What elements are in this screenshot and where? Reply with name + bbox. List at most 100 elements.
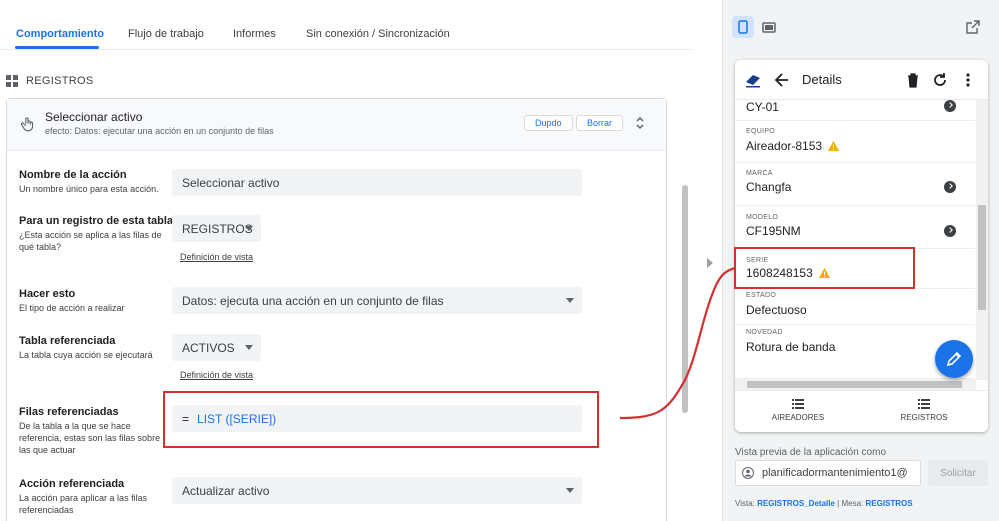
edit-fab-button[interactable] (935, 340, 973, 378)
field-value-modelo: CF195NM (746, 224, 801, 238)
footer-view-label: Vista: (735, 499, 755, 508)
tab-sin-conexion[interactable]: Sin conexión / Sincronización (306, 28, 450, 40)
ref-action-label: Acción referenciada (19, 478, 125, 490)
view-definition-link[interactable]: Definición de vista (180, 252, 253, 262)
edit-pencil-icon (946, 351, 962, 367)
footer-view-link[interactable]: REGISTROS_Detalle (757, 499, 835, 508)
ref-table-label: Tabla referenciada (19, 335, 116, 347)
action-card-header[interactable]: Seleccionar activo efecto: Datos: ejecut… (7, 99, 666, 151)
list-icon (792, 399, 804, 409)
preview-vertical-scrollbar[interactable] (976, 100, 988, 380)
preview-horizontal-scrollbar[interactable] (735, 378, 976, 390)
name-label: Nombre de la acción (19, 169, 127, 181)
app-root: Comportamiento Flujo de trabajo Informes… (0, 0, 999, 521)
ref-action-select[interactable]: Actualizar activo (172, 477, 582, 504)
footer-table-link[interactable]: REGISTROS (866, 499, 913, 508)
action-title: Seleccionar activo (45, 110, 143, 124)
request-button[interactable]: Solicitar (928, 460, 988, 486)
preview-user-email-input[interactable]: planificadormantenimiento1@ (735, 460, 921, 486)
annotation-highlight-formula (163, 391, 599, 448)
ref-action-value: Actualizar activo (182, 483, 270, 498)
refresh-icon[interactable] (931, 71, 949, 89)
nav-item-aireadores[interactable]: AIREADORES (748, 399, 848, 422)
field-divider (735, 120, 975, 121)
mobile-view-button[interactable] (732, 16, 754, 38)
action-type-value: Datos: ejecuta una acción en un conjunto… (182, 293, 444, 308)
preview-email-value: planificadormantenimiento1@ (762, 467, 908, 479)
field-label-marca: MARCA (746, 170, 773, 177)
name-help: Un nombre único para esta acción. (19, 184, 159, 194)
preview-detail-body: CY-01 EQUIPO Aireador-8153 MARCA Changfa… (735, 100, 988, 380)
trash-icon[interactable] (904, 71, 922, 89)
table-grid-icon (6, 75, 18, 87)
expand-collapse-icon[interactable] (635, 115, 645, 131)
do-help: El tipo de acción a realizar (19, 303, 125, 313)
equipo-text: Aireador-8153 (746, 139, 823, 153)
collapse-preview-icon[interactable] (707, 258, 713, 268)
table-label: Para un registro de esta tabla (19, 215, 174, 227)
field-value-novedad: Rotura de banda (746, 340, 836, 354)
duplicate-button[interactable]: Dupdo (524, 115, 573, 131)
field-label-estado: ESTADO (746, 292, 777, 299)
field-value-marca: Changfa (746, 180, 792, 194)
action-name-input[interactable]: Seleccionar activo (172, 169, 582, 196)
preview-as-label: Vista previa de la aplicación como (735, 447, 887, 458)
tab-flujo-de-trabajo[interactable]: Flujo de trabajo (128, 28, 204, 40)
field-label-equipo: EQUIPO (746, 128, 776, 135)
nav-item-registros[interactable]: REGISTROS (874, 399, 974, 422)
editor-scrollbar[interactable] (682, 185, 688, 413)
field-label-novedad: NOVEDAD (746, 329, 783, 336)
field-label-modelo: MODELO (746, 214, 779, 221)
view-definition-link-2[interactable]: Definición de vista (180, 370, 253, 380)
ref-table-value: ACTIVOS (182, 340, 235, 355)
ref-rows-help: De la tabla a la que se hace referencia,… (19, 421, 161, 455)
table-select-value: REGISTROS (182, 221, 253, 236)
field-value-estado: Defectuoso (746, 303, 807, 317)
field-divider (735, 324, 975, 325)
annotation-highlight-serie (734, 247, 915, 289)
app-logo-icon (746, 75, 760, 88)
chevron-right-icon[interactable] (944, 225, 956, 237)
nav-label-registros: REGISTROS (900, 413, 948, 422)
phone-icon (738, 20, 748, 34)
scrollbar-thumb[interactable] (747, 381, 962, 388)
action-type-select[interactable]: Datos: ejecuta una acción en un conjunto… (172, 287, 582, 314)
dropdown-arrow-icon (566, 488, 574, 493)
preview-title: Details (802, 72, 842, 87)
tab-comportamiento[interactable]: Comportamiento (16, 28, 104, 40)
preview-header: Details (735, 60, 988, 100)
tab-informes[interactable]: Informes (233, 28, 276, 40)
back-arrow-icon[interactable] (773, 71, 791, 89)
field-value-area: CY-01 (746, 100, 779, 114)
active-tab-indicator (15, 46, 99, 49)
footer-table-label: Mesa: (841, 499, 864, 508)
list-icon (918, 399, 930, 409)
field-divider (735, 205, 975, 206)
ref-table-help: La tabla cuya acción se ejecutará (19, 350, 153, 360)
dropdown-arrow-icon (245, 226, 253, 231)
footer-separator: | (837, 499, 840, 508)
chevron-right-icon[interactable] (944, 100, 956, 112)
action-card: Seleccionar activo efecto: Datos: ejecut… (6, 98, 667, 521)
hand-pointer-icon (20, 117, 34, 132)
chevron-right-icon[interactable] (944, 181, 956, 193)
open-in-new-icon[interactable] (966, 20, 980, 34)
table-select[interactable]: REGISTROS (172, 215, 261, 242)
ref-table-select[interactable]: ACTIVOS (172, 334, 261, 361)
dropdown-arrow-icon (245, 345, 253, 350)
ref-action-help: La acción para aplicar a las filas refer… (19, 493, 148, 515)
account-circle-icon (742, 467, 754, 479)
delete-button[interactable]: Borrar (576, 115, 624, 131)
preview-footer: Vista: REGISTROS_Detalle | Mesa: REGISTR… (735, 499, 913, 508)
tablet-view-button[interactable] (758, 16, 780, 38)
nav-label-aireadores: AIREADORES (771, 413, 825, 422)
scrollbar-thumb[interactable] (978, 205, 986, 310)
warning-icon (828, 141, 840, 151)
do-label: Hacer esto (19, 288, 76, 300)
field-divider (735, 162, 975, 163)
action-effect: efecto: Datos: ejecutar una acción en un… (45, 126, 274, 136)
table-help: ¿Esta acción se aplica a las filas de qu… (19, 230, 162, 252)
section-header: REGISTROS (6, 74, 94, 88)
more-vert-icon[interactable] (959, 71, 977, 89)
phone-preview: Details CY-01 EQUIPO Aireador-8153 MARCA… (735, 60, 988, 432)
